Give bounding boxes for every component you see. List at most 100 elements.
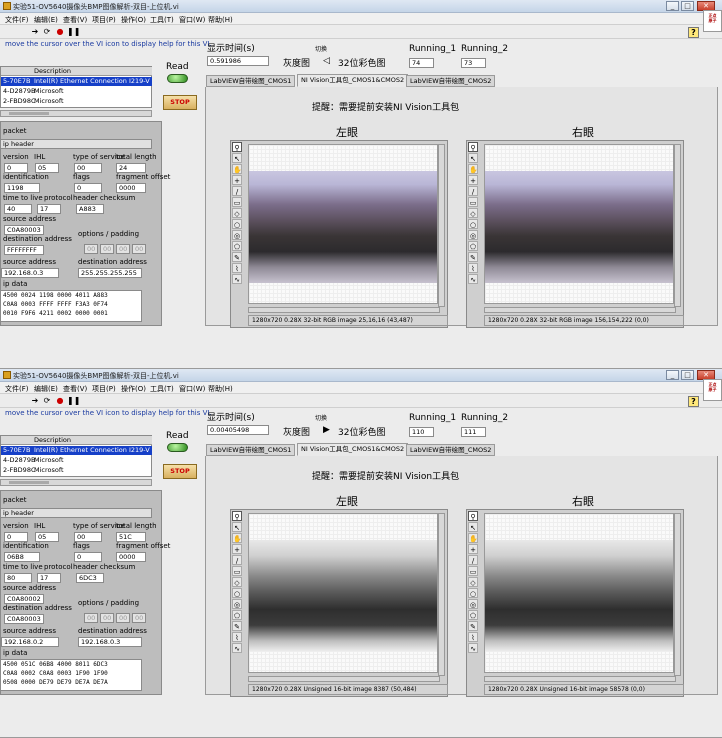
oval-icon[interactable]: ○ [468, 588, 478, 598]
crosshair-icon[interactable]: + [468, 175, 478, 185]
polygon-icon[interactable]: ⬠ [468, 610, 478, 620]
free-line-icon[interactable]: ∿ [468, 643, 478, 653]
viewer-hscrollbar[interactable] [484, 676, 676, 682]
menu-item[interactable]: 操作(O) [121, 384, 146, 394]
menu-item[interactable]: 项目(P) [92, 384, 116, 394]
destination-address-hex-field[interactable]: FFFFFFFF [4, 245, 44, 255]
pointer-icon[interactable]: ↖ [468, 153, 478, 163]
switch-toggle[interactable]: ▶ [323, 425, 330, 435]
viewer-vscrollbar[interactable] [674, 144, 681, 307]
free-line-icon[interactable]: ∿ [232, 274, 242, 284]
maximize-button[interactable]: □ [681, 370, 694, 380]
menu-item[interactable]: 窗口(W) [179, 15, 205, 25]
broken-line-icon[interactable]: ⌇ [232, 263, 242, 273]
option-byte-field[interactable]: 00 [132, 613, 146, 623]
menu-item[interactable]: 文件(F) [5, 15, 29, 25]
line-icon[interactable]: / [232, 186, 242, 196]
menu-item[interactable]: 操作(O) [121, 15, 146, 25]
broken-line-icon[interactable]: ⌇ [468, 263, 478, 273]
line-icon[interactable]: / [468, 186, 478, 196]
pan-icon[interactable]: ✋ [232, 164, 242, 174]
option-byte-field[interactable]: 00 [100, 244, 114, 254]
menu-item[interactable]: 工具(T) [150, 384, 174, 394]
pointer-icon[interactable]: ↖ [232, 153, 242, 163]
oval-icon[interactable]: ○ [232, 588, 242, 598]
broken-line-icon[interactable]: ⌇ [468, 632, 478, 642]
rotated-rect-icon[interactable]: ◇ [468, 577, 478, 587]
rectangle-icon[interactable]: ▭ [468, 197, 478, 207]
menu-item[interactable]: 工具(T) [150, 15, 174, 25]
tab-ni-vision[interactable]: NI Vision工具包_CMOS1&CMOS2 [297, 443, 409, 456]
switch-toggle[interactable]: ◁ [323, 56, 330, 66]
flags-field[interactable]: 0 [74, 183, 102, 193]
protocol-field[interactable]: 17 [37, 204, 61, 214]
help-icon[interactable]: ? [688, 27, 699, 38]
menu-item[interactable]: 项目(P) [92, 15, 116, 25]
flags-field[interactable]: 0 [74, 552, 102, 562]
rectangle-icon[interactable]: ▭ [468, 566, 478, 576]
viewer-vscrollbar[interactable] [674, 513, 681, 676]
list-item[interactable]: 5-70E7B Intel(R) Ethernet Connection I21… [1, 77, 152, 86]
tab-labview-cmos1[interactable]: LabVIEW自带绘图_CMOS1 [206, 75, 296, 87]
zoom-icon[interactable]: ⚲ [468, 511, 478, 521]
stop-button[interactable]: STOP [163, 464, 197, 479]
free-line-icon[interactable]: ∿ [232, 643, 242, 653]
rotated-rect-icon[interactable]: ◇ [468, 208, 478, 218]
abort-icon[interactable]: ● [55, 27, 65, 37]
left-image-canvas[interactable] [248, 513, 438, 673]
header-checksum-field[interactable]: A883 [76, 204, 104, 214]
tos-field[interactable]: 00 [74, 532, 102, 542]
version-field[interactable]: 0 [4, 163, 28, 173]
minimize-button[interactable]: _ [666, 370, 679, 380]
ttl-field[interactable]: 40 [4, 204, 32, 214]
polygon-icon[interactable]: ⬠ [232, 610, 242, 620]
run-continuous-icon[interactable]: ⟳ [42, 27, 52, 37]
ihl-field[interactable]: 05 [35, 163, 59, 173]
tab-ni-vision[interactable]: NI Vision工具包_CMOS1&CMOS2 [297, 74, 409, 87]
freehand-icon[interactable]: ✎ [468, 621, 478, 631]
fragment-offset-field[interactable]: 0000 [116, 183, 146, 193]
oval-icon[interactable]: ○ [232, 219, 242, 229]
list-item[interactable]: 4-D2879B Microsoft [1, 456, 152, 465]
option-byte-field[interactable]: 00 [84, 613, 98, 623]
run-arrow-icon[interactable]: ➔ [30, 396, 40, 406]
pointer-icon[interactable]: ↖ [468, 522, 478, 532]
viewer-vscrollbar[interactable] [438, 144, 445, 307]
option-byte-field[interactable]: 00 [84, 244, 98, 254]
option-byte-field[interactable]: 00 [100, 613, 114, 623]
left-image-canvas[interactable] [248, 144, 438, 304]
menu-item[interactable]: 查看(V) [63, 15, 87, 25]
header-checksum-field[interactable]: 6DC3 [76, 573, 104, 583]
menu-item[interactable]: 帮助(H) [208, 384, 233, 394]
run-arrow-icon[interactable]: ➔ [30, 27, 40, 37]
listbox-scrollbar[interactable] [0, 479, 152, 486]
pause-icon[interactable]: ❚❚ [67, 396, 80, 406]
tab-labview-cmos2[interactable]: LabVIEW自带绘图_CMOS2 [406, 75, 496, 87]
ihl-field[interactable]: 05 [35, 532, 59, 542]
menu-item[interactable]: 文件(F) [5, 384, 29, 394]
annulus-icon[interactable]: ◎ [468, 230, 478, 240]
option-byte-field[interactable]: 00 [116, 613, 130, 623]
listbox-scrollbar[interactable] [0, 110, 152, 117]
polygon-icon[interactable]: ⬠ [232, 241, 242, 251]
source-address-hex-field[interactable]: C0A80002 [4, 594, 44, 604]
crosshair-icon[interactable]: + [232, 544, 242, 554]
rectangle-icon[interactable]: ▭ [232, 566, 242, 576]
crosshair-icon[interactable]: + [468, 544, 478, 554]
abort-icon[interactable]: ● [55, 396, 65, 406]
freehand-icon[interactable]: ✎ [468, 252, 478, 262]
pan-icon[interactable]: ✋ [232, 533, 242, 543]
identification-field[interactable]: 1198 [4, 183, 40, 193]
menu-item[interactable]: 查看(V) [63, 384, 87, 394]
zoom-icon[interactable]: ⚲ [232, 511, 242, 521]
destination-address-hex-field[interactable]: C0A80003 [4, 614, 44, 624]
viewer-vscrollbar[interactable] [438, 513, 445, 676]
list-item[interactable]: 2-FBD98C Microsoft [1, 466, 152, 475]
rectangle-icon[interactable]: ▭ [232, 197, 242, 207]
identification-field[interactable]: 06B8 [4, 552, 40, 562]
freehand-icon[interactable]: ✎ [232, 621, 242, 631]
pan-icon[interactable]: ✋ [468, 164, 478, 174]
menu-item[interactable]: 编辑(E) [34, 384, 58, 394]
help-icon[interactable]: ? [688, 396, 699, 407]
maximize-button[interactable]: □ [681, 1, 694, 11]
